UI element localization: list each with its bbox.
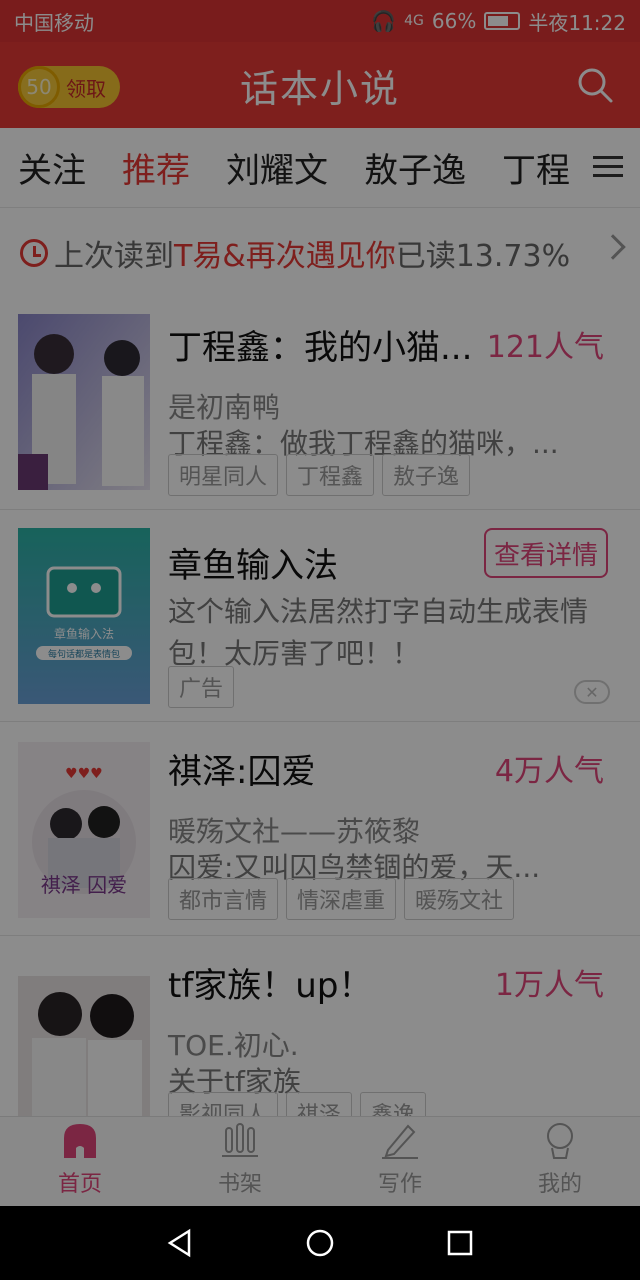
search-icon[interactable] <box>576 66 614 104</box>
system-nav-bar <box>0 1206 640 1280</box>
nav-bookshelf[interactable]: 书架 <box>160 1117 320 1206</box>
ad-cover-text: 章鱼输入法 <box>54 626 114 641</box>
app-title: 话本小说 <box>239 66 400 111</box>
headphone-icon: 🎧 <box>371 9 397 33</box>
tag[interactable]: 影视同人 <box>168 1092 279 1116</box>
recents-icon[interactable] <box>445 1228 475 1258</box>
clock-time: 半夜11:22 <box>528 10 626 35</box>
ad-item[interactable]: 章鱼输入法 每句话都是表情包 章鱼输入法 查看详情 这个输入法居然打字自动生成表… <box>0 510 640 722</box>
cover-title: 祺泽 囚爱 <box>41 873 127 897</box>
book-author: TOE.初心. <box>168 1029 299 1062</box>
book-title: 丁程鑫：我的小猫... <box>168 328 473 368</box>
coin-icon: 50 <box>18 66 60 108</box>
tag[interactable]: 情深虐重 <box>286 878 397 920</box>
claim-coins-button[interactable]: 50 领取 <box>18 66 120 108</box>
tag-list: 影视同人 祺泽 鑫逸 <box>168 1092 427 1116</box>
pencil-icon <box>382 1124 418 1159</box>
tab-ao-ziyi[interactable]: 敖子逸 <box>364 143 466 192</box>
home-circle-icon[interactable] <box>305 1228 335 1258</box>
view-details-button[interactable]: 查看详情 <box>484 528 608 578</box>
tag-list: 都市言情 情深虐重 暖殇文社 <box>168 878 515 920</box>
list-item[interactable]: 丁程鑫：我的小猫... 121人气 是初南鸭 丁程鑫：做我丁程鑫的猫咪，... … <box>0 298 640 510</box>
tag[interactable]: 敖子逸 <box>382 454 471 496</box>
book-author: 是初南鸭 <box>168 391 281 424</box>
clock-icon <box>20 239 48 267</box>
last-read-bar[interactable]: 上次读到 T易&再次遇见你 已读13.73% <box>0 208 640 298</box>
ad-cover: 章鱼输入法 每句话都是表情包 <box>18 528 150 704</box>
nav-write[interactable]: 写作 <box>320 1117 480 1206</box>
book-cover: ♥♥♥ 祺泽 囚爱 <box>18 742 150 918</box>
status-right: 🎧 4G 66% 半夜11:22 <box>371 7 626 36</box>
nav-profile-label: 我的 <box>537 1172 582 1197</box>
tab-ding[interactable]: 丁程 <box>502 143 570 192</box>
book-title: 祺泽:囚爱 <box>168 752 316 792</box>
book-cover <box>18 976 150 1116</box>
tab-menu-icon[interactable] <box>588 150 628 186</box>
chevron-right-icon <box>600 234 626 260</box>
ad-cover-subtext: 每句话都是表情包 <box>48 648 120 660</box>
tab-follow[interactable]: 关注 <box>18 143 86 192</box>
category-tabs: 关注 推荐 刘耀文 敖子逸 丁程 <box>0 128 640 208</box>
back-icon[interactable] <box>165 1228 195 1258</box>
claim-label: 领取 <box>66 76 106 101</box>
nav-home-label: 首页 <box>57 1172 102 1197</box>
ad-description-line1: 这个输入法居然打字自动生成表情 <box>168 595 589 628</box>
tag[interactable]: 鑫逸 <box>360 1092 427 1116</box>
book-title: tf家族！up！ <box>168 966 373 1006</box>
carrier-label: 中国移动 <box>14 10 94 35</box>
book-cover <box>18 314 150 490</box>
popularity-label: 4万人气 <box>494 754 604 789</box>
bottom-nav: 首页 书架 写作 我的 <box>0 1116 640 1206</box>
close-icon[interactable]: ✕ <box>574 680 610 704</box>
battery-icon <box>484 12 521 30</box>
svg-text:♥♥♥: ♥♥♥ <box>65 766 103 782</box>
signal-label: 4G <box>404 13 424 29</box>
popularity-label: 1万人气 <box>494 968 604 1003</box>
popularity-label: 121人气 <box>486 330 604 365</box>
home-icon <box>64 1124 96 1158</box>
nav-write-label: 写作 <box>377 1172 422 1197</box>
list-item[interactable]: tf家族！up！ 1万人气 TOE.初心. 关于tf家族 影视同人 祺泽 鑫逸 <box>0 936 640 1116</box>
tag-list: 明星同人 丁程鑫 敖子逸 <box>168 454 471 496</box>
nav-bookshelf-label: 书架 <box>217 1172 262 1197</box>
ad-description: 这个输入法居然打字自动生成表情 包！太厉害了吧！！ <box>168 590 618 672</box>
status-bar: 中国移动 🎧 4G 66% 半夜11:22 <box>0 0 640 42</box>
tag[interactable]: 祺泽 <box>286 1092 353 1116</box>
tab-liu-yaowen[interactable]: 刘耀文 <box>226 143 328 192</box>
nav-home[interactable]: 首页 <box>0 1117 160 1206</box>
bookshelf-icon <box>222 1123 258 1157</box>
last-read-progress: 已读13.73% <box>395 239 571 274</box>
nav-profile[interactable]: 我的 <box>480 1117 640 1206</box>
book-author: 暖殇文社——苏筱黎 <box>168 815 421 848</box>
tag[interactable]: 明星同人 <box>168 454 279 496</box>
list-item[interactable]: ♥♥♥ 祺泽 囚爱 祺泽:囚爱 4万人气 暖殇文社——苏筱黎 囚爱:又叫囚鸟禁锢… <box>0 722 640 936</box>
ad-tag: 广告 <box>168 666 235 708</box>
tag[interactable]: 暖殇文社 <box>404 878 515 920</box>
battery-percent: 66% <box>431 9 477 33</box>
last-read-title: T易&再次遇见你 <box>174 239 396 274</box>
profile-icon <box>547 1123 573 1159</box>
coin-amount: 50 <box>26 75 52 99</box>
tab-recommend[interactable]: 推荐 <box>122 143 190 192</box>
app-header: 50 领取 话本小说 <box>0 42 640 128</box>
last-read-prefix: 上次读到 <box>54 239 174 274</box>
tag[interactable]: 丁程鑫 <box>286 454 375 496</box>
ad-description-line2: 包！太厉害了吧！！ <box>168 637 421 670</box>
ad-title: 章鱼输入法 <box>168 546 338 586</box>
ad-tag-list: 广告 <box>168 666 235 708</box>
tag[interactable]: 都市言情 <box>168 878 279 920</box>
